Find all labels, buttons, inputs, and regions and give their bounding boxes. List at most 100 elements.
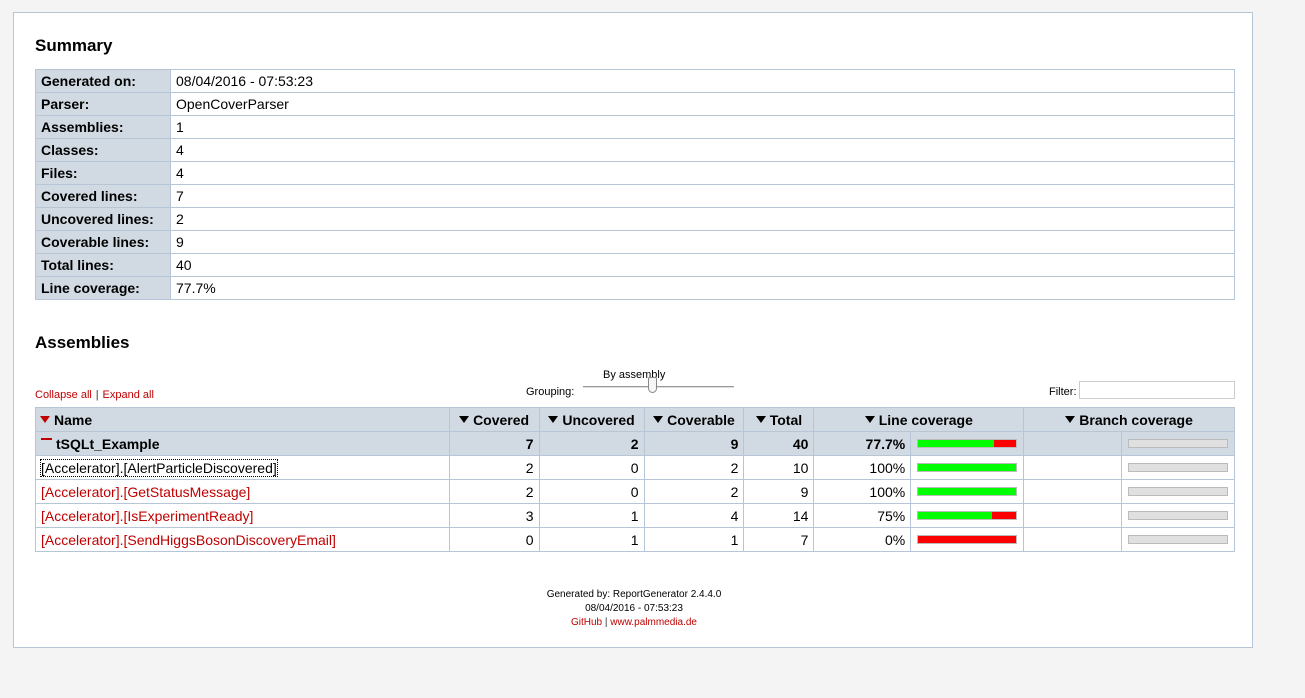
summary-label: Classes: [35,138,171,162]
class-line-coverage: 0% [813,527,912,552]
assembly-row[interactable]: tSQLt_Example 7 2 9 40 77.7% [35,431,1236,456]
sort-icon [1065,415,1076,423]
class-coverable: 2 [643,479,745,504]
column-header-name[interactable]: Name [35,407,450,432]
assembly-name: tSQLt_Example [56,435,160,452]
grouping-slider-thumb[interactable] [647,377,657,393]
grouping-label: Grouping: [526,386,575,398]
branch-coverage-bar [1127,535,1228,544]
link-separator: | [95,389,99,401]
summary-value: 9 [170,230,1235,254]
sort-icon [864,415,875,423]
summary-label: Uncovered lines: [35,207,171,231]
class-coverable: 4 [643,503,745,528]
sort-icon [459,415,470,423]
column-header-branch-coverage-label: Branch coverage [1079,411,1193,428]
summary-row: Files: 4 [35,161,1235,185]
class-covered: 2 [448,479,540,504]
summary-label: Covered lines: [35,184,171,208]
assembly-line-coverage: 77.7% [813,431,912,456]
coverage-bar-uncovered [994,440,1017,447]
summary-value: 7 [170,184,1235,208]
column-header-uncovered[interactable]: Uncovered [538,407,645,432]
coverage-bar [917,535,1018,544]
summary-row: Uncovered lines: 2 [35,207,1235,231]
branch-coverage-bar [1127,487,1228,496]
class-link[interactable]: [Accelerator].[SendHiggsBosonDiscoveryEm… [41,532,336,548]
class-total: 14 [743,503,815,528]
footer-links: GitHub | www.palmmedia.de [14,617,1254,628]
coverage-bar [917,487,1018,496]
class-link[interactable]: [Accelerator].[GetStatusMessage] [41,484,250,500]
grouping-slider-track[interactable] [583,386,734,388]
assembly-uncovered: 2 [538,431,645,456]
github-link[interactable]: GitHub [571,617,602,628]
summary-row: Covered lines: 7 [35,184,1235,208]
column-header-coverable[interactable]: Coverable [643,407,745,432]
summary-value: 2 [170,207,1235,231]
class-name-cell: [Accelerator].[SendHiggsBosonDiscoveryEm… [35,527,450,552]
sort-icon [755,415,766,423]
collapse-all-link[interactable]: Collapse all [35,389,92,401]
coverage-table: Name Covered Uncovered Coverable Total L… [35,407,1236,552]
filter-input[interactable] [1079,381,1235,399]
summary-heading: Summary [35,36,113,55]
summary-row: Generated on: 08/04/2016 - 07:53:23 [35,69,1235,93]
assembly-branch-coverage [1023,431,1122,456]
coverage-bar-covered [918,440,995,447]
class-row[interactable]: [Accelerator].[GetStatusMessage] 2 0 2 9 100% [35,479,1236,504]
column-header-total[interactable]: Total [743,407,815,432]
assembly-name-cell[interactable]: tSQLt_Example [35,431,450,456]
column-header-line-coverage-label: Line coverage [878,411,973,428]
class-coverage-bar-cell [910,455,1025,480]
class-line-coverage: 100% [813,479,912,504]
summary-row: Assemblies: 1 [35,115,1235,139]
footer-generated-by: Generated by: ReportGenerator 2.4.4.0 [546,589,722,600]
summary-value: 77.7% [170,276,1235,300]
class-coverage-bar-cell [910,479,1025,504]
class-branch-bar-cell [1120,455,1236,480]
collapse-icon[interactable] [41,437,52,440]
sort-icon [548,415,559,423]
column-header-coverable-label: Coverable [667,411,735,428]
class-uncovered: 0 [538,479,645,504]
class-name-cell: [Accelerator].[GetStatusMessage] [35,479,450,504]
website-link[interactable]: www.palmmedia.de [610,617,697,628]
coverage-bar-uncovered [991,512,1017,519]
class-coverable: 1 [643,527,745,552]
class-total: 10 [743,455,815,480]
branch-coverage-bar [1127,511,1228,520]
class-link[interactable]: [Accelerator].[AlertParticleDiscovered] [40,458,278,477]
coverage-bar-covered [918,488,1017,495]
class-coverable: 2 [643,455,745,480]
coverage-bar [917,463,1018,472]
column-header-covered[interactable]: Covered [448,407,540,432]
class-branch-coverage [1023,503,1122,528]
summary-label: Total lines: [35,253,171,277]
summary-row: Parser: OpenCoverParser [35,92,1235,116]
summary-value: 08/04/2016 - 07:53:23 [170,69,1235,93]
class-row[interactable]: [Accelerator].[SendHiggsBosonDiscoveryEm… [35,527,1236,552]
column-header-line-coverage[interactable]: Line coverage [813,407,1025,432]
class-branch-bar-cell [1120,527,1236,552]
column-header-branch-coverage[interactable]: Branch coverage [1023,407,1235,432]
summary-label: Coverable lines: [35,230,171,254]
expand-all-link[interactable]: Expand all [103,389,154,401]
class-row[interactable]: [Accelerator].[IsExperimentReady] 3 1 4 14 75… [35,503,1236,528]
summary-value: 4 [170,138,1235,162]
class-uncovered: 1 [538,527,645,552]
table-header-row: Name Covered Uncovered Coverable Total L… [35,407,1235,432]
class-uncovered: 1 [538,503,645,528]
class-branch-coverage [1023,527,1122,552]
coverage-bar [917,511,1018,520]
summary-label: Assemblies: [35,115,171,139]
class-coverage-bar-cell [910,503,1025,528]
column-header-name-label: Name [54,411,93,428]
class-link[interactable]: [Accelerator].[IsExperimentReady] [41,508,253,524]
summary-value: OpenCoverParser [170,92,1235,116]
class-covered: 0 [448,527,540,552]
summary-row: Coverable lines: 9 [35,230,1235,254]
coverage-bar-uncovered [918,536,1017,543]
class-row[interactable]: [Accelerator].[AlertParticleDiscovered] 2… [35,455,1236,480]
report-container: Summary Generated on: 08/04/2016 - 07:53:… [13,12,1253,648]
